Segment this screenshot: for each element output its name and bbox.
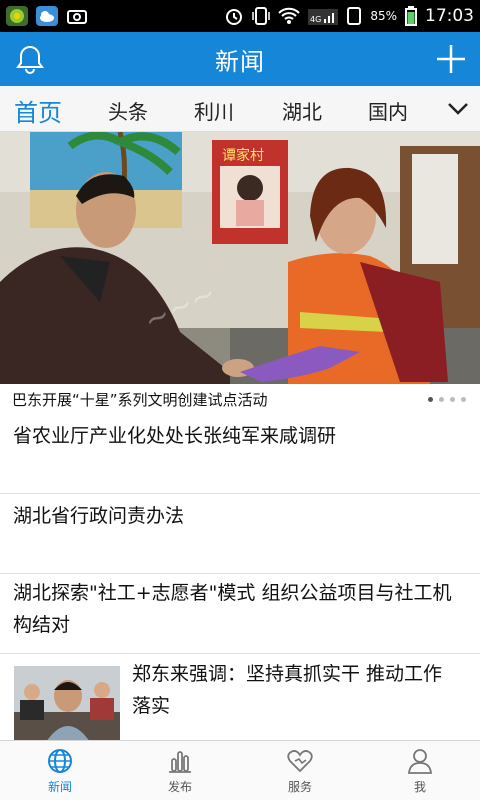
battery-percent: 85% bbox=[370, 9, 397, 23]
page-title: 新闻 bbox=[215, 47, 265, 76]
sim-icon bbox=[347, 7, 362, 25]
bottom-nav: 新闻 发布 服务 我 bbox=[0, 740, 480, 800]
news-item[interactable]: 湖北省行政问责办法 bbox=[0, 494, 480, 574]
app-icon-green bbox=[6, 6, 28, 26]
nav-label: 服务 bbox=[287, 780, 312, 794]
nav-label: 新闻 bbox=[47, 780, 72, 794]
news-title: 湖北省行政问责办法 bbox=[13, 505, 185, 527]
hero-caption-text: 巴东开展“十星”系列文明创建试点活动 bbox=[12, 390, 268, 409]
nav-publish[interactable]: 发布 bbox=[120, 741, 240, 801]
news-thumbnail bbox=[14, 666, 120, 742]
clock: 17:03 bbox=[425, 6, 474, 26]
carousel-dot bbox=[428, 397, 433, 402]
carousel-dot bbox=[439, 397, 444, 402]
news-title: 郑东来强调：坚持真抓实干 推动工作落实 bbox=[132, 663, 443, 717]
carousel-dot bbox=[450, 397, 455, 402]
globe-icon bbox=[48, 749, 72, 773]
chevron-down-icon[interactable] bbox=[446, 98, 470, 120]
battery-icon bbox=[405, 6, 417, 26]
tab-lichuan[interactable]: 利川 bbox=[194, 96, 234, 125]
nav-label: 发布 bbox=[167, 780, 192, 794]
news-item[interactable]: 郑东来强调：坚持真抓实干 推动工作落实 bbox=[0, 654, 480, 742]
poster-text: 谭家村 bbox=[222, 147, 264, 164]
alarm-icon bbox=[226, 9, 243, 25]
network-type: 4G bbox=[310, 15, 321, 24]
news-title: 省农业厅产业化处处长张纯军来咸调研 bbox=[13, 425, 337, 447]
hero-caption[interactable]: 巴东开展“十星”系列文明创建试点活动 bbox=[0, 384, 480, 414]
hero-banner-image[interactable]: 谭家村 ~~~ bbox=[0, 132, 480, 384]
bar-chart-icon bbox=[169, 751, 191, 773]
app-header: 新闻 bbox=[0, 32, 480, 86]
plus-icon[interactable] bbox=[434, 42, 468, 76]
wifi-icon bbox=[278, 7, 301, 24]
status-bar: 4G 85% 17:03 bbox=[0, 0, 480, 32]
vibrate-icon bbox=[252, 7, 271, 25]
signal-icon: 4G bbox=[308, 9, 339, 25]
nav-services[interactable]: 服务 bbox=[240, 741, 360, 801]
nav-news[interactable]: 新闻 bbox=[0, 741, 120, 801]
nav-label: 我 bbox=[413, 780, 426, 794]
news-title: 湖北探索"社工+志愿者"模式 组织公益项目与社工机构结对 bbox=[13, 582, 452, 636]
news-item[interactable]: 省农业厅产业化处处长张纯军来咸调研 bbox=[0, 414, 480, 494]
tab-hubei[interactable]: 湖北 bbox=[282, 96, 322, 125]
tab-domestic[interactable]: 国内 bbox=[368, 96, 408, 125]
heart-icon bbox=[287, 750, 313, 773]
news-item[interactable]: 湖北探索"社工+志愿者"模式 组织公益项目与社工机构结对 bbox=[0, 574, 480, 654]
bell-icon[interactable] bbox=[14, 43, 46, 75]
weather-icon bbox=[36, 6, 58, 26]
carousel-indicator bbox=[428, 397, 466, 402]
tab-home[interactable]: 首页 bbox=[14, 93, 62, 128]
person-icon bbox=[408, 749, 432, 774]
tab-headlines[interactable]: 头条 bbox=[108, 96, 148, 125]
nav-me[interactable]: 我 bbox=[360, 741, 480, 801]
category-tabs: 首页 头条 利川 湖北 国内 bbox=[0, 86, 480, 132]
screenshot-icon bbox=[66, 6, 88, 26]
carousel-dot bbox=[461, 397, 466, 402]
